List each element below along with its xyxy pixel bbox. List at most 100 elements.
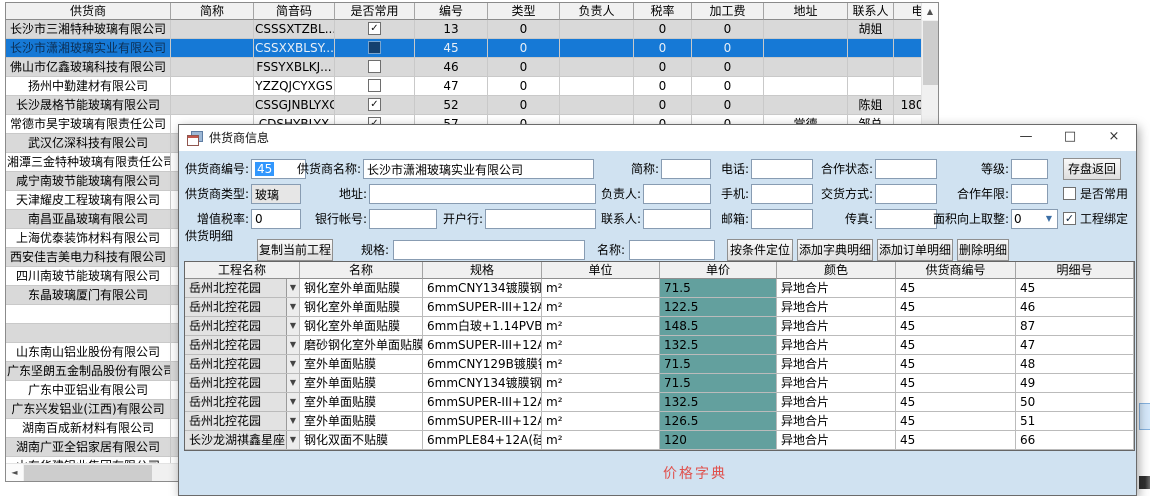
- project-combo-cell[interactable]: 岳州北控花园▼: [185, 374, 300, 393]
- project-combo-cell[interactable]: 岳州北控花园▼: [185, 393, 300, 412]
- chevron-down-icon[interactable]: ▼: [286, 317, 299, 335]
- detail-column-header[interactable]: 工程名称: [185, 262, 300, 279]
- name-filter-input[interactable]: [629, 240, 715, 260]
- supplier-row[interactable]: 扬州中勤建材有限公司YZZQJCYXGS47000: [6, 77, 923, 96]
- contact-input[interactable]: [643, 209, 711, 229]
- column-header[interactable]: 地址: [764, 3, 848, 20]
- area-round-up-select[interactable]: 0▼: [1011, 209, 1058, 229]
- column-header[interactable]: 联系人: [848, 3, 894, 20]
- detail-row[interactable]: 岳州北控花园▼钢化室外单面贴膜6mm白玻+1.14PVB+6mm...m²148…: [185, 317, 1134, 336]
- bank-account-input[interactable]: [369, 209, 437, 229]
- detail-row[interactable]: 岳州北控花园▼钢化室外单面贴膜6mmCNY134镀膜钢化m²71.5异地合片45…: [185, 279, 1134, 298]
- column-header[interactable]: 负责人: [560, 3, 634, 20]
- project-combo-cell[interactable]: 岳州北控花园▼: [185, 298, 300, 317]
- scroll-left-icon[interactable]: ◄: [6, 464, 23, 481]
- common-checkbox-cell[interactable]: [335, 58, 415, 77]
- detail-column-header[interactable]: 单位: [542, 262, 660, 279]
- phone-input[interactable]: [751, 159, 813, 179]
- common-checkbox-cell[interactable]: [335, 39, 415, 58]
- chevron-down-icon[interactable]: ▼: [286, 412, 299, 430]
- common-use-checkbox[interactable]: ✓: [368, 22, 381, 35]
- detail-row[interactable]: 岳州北控花园▼室外单面贴膜6mmSUPER-III+12A(...m²132.5…: [185, 393, 1134, 412]
- project-combo-cell[interactable]: 岳州北控花园▼: [185, 355, 300, 374]
- price-cell[interactable]: 71.5: [660, 279, 777, 298]
- locate-by-condition-button[interactable]: 按条件定位: [727, 239, 793, 261]
- detail-column-header[interactable]: 规格: [423, 262, 542, 279]
- detail-column-header[interactable]: 颜色: [777, 262, 896, 279]
- supplier-row[interactable]: 佛山市亿鑫玻璃科技有限公司FSSYXBLKJ...46000: [6, 58, 923, 77]
- coop-status-input[interactable]: [875, 159, 937, 179]
- chevron-down-icon[interactable]: ▼: [286, 431, 299, 449]
- scroll-up-icon[interactable]: ▲: [922, 3, 938, 20]
- project-combo-cell[interactable]: 岳州北控花园▼: [185, 317, 300, 336]
- column-header[interactable]: 类型: [488, 3, 560, 20]
- common-use-checkbox[interactable]: [368, 60, 381, 73]
- detail-column-header[interactable]: 供货商编号: [896, 262, 1016, 279]
- spec-filter-input[interactable]: [393, 240, 585, 260]
- chevron-down-icon[interactable]: ▼: [286, 374, 299, 392]
- manager-input[interactable]: [643, 184, 711, 204]
- price-cell[interactable]: 132.5: [660, 393, 777, 412]
- detail-row[interactable]: 岳州北控花园▼钢化室外单面贴膜6mmSUPER-III+12A(硅...m²12…: [185, 298, 1134, 317]
- common-use-checkbox[interactable]: ✓: [368, 98, 381, 111]
- supplier-row[interactable]: 长沙晟格节能玻璃有限公司CSSGJNBLYXGS✓52000陈姐180751: [6, 96, 923, 115]
- column-header[interactable]: 编号: [415, 3, 488, 20]
- delivery-method-input[interactable]: [875, 184, 937, 204]
- project-combo-cell[interactable]: 岳州北控花园▼: [185, 412, 300, 431]
- price-cell[interactable]: 148.5: [660, 317, 777, 336]
- column-header[interactable]: 税率: [634, 3, 692, 20]
- project-combo-cell[interactable]: 岳州北控花园▼: [185, 279, 300, 298]
- close-icon[interactable]: ×: [1092, 125, 1136, 151]
- project-bind-checkbox[interactable]: ✓: [1063, 212, 1076, 225]
- chevron-down-icon[interactable]: ▼: [286, 393, 299, 411]
- project-combo-cell[interactable]: 长沙龙湖祺鑫星座▼: [185, 431, 300, 450]
- abbr-input[interactable]: [661, 159, 711, 179]
- chevron-down-icon[interactable]: ▼: [286, 298, 299, 316]
- supplier-name-input[interactable]: [363, 159, 594, 179]
- price-cell[interactable]: 122.5: [660, 298, 777, 317]
- is-common-checkbox[interactable]: [1063, 187, 1076, 200]
- add-dictionary-detail-button[interactable]: 添加字典明细: [797, 239, 873, 261]
- detail-column-header[interactable]: 单价: [660, 262, 777, 279]
- vertical-scrollbar-thumb[interactable]: [923, 21, 938, 85]
- column-header[interactable]: 加工费: [692, 3, 764, 20]
- price-cell[interactable]: 71.5: [660, 374, 777, 393]
- chevron-down-icon[interactable]: ▼: [286, 279, 299, 297]
- price-cell[interactable]: 120: [660, 431, 777, 450]
- column-header[interactable]: 电话: [894, 3, 923, 20]
- vat-rate-input[interactable]: [251, 209, 301, 229]
- common-checkbox-cell[interactable]: ✓: [335, 20, 415, 39]
- column-header[interactable]: 供货商: [6, 3, 171, 20]
- add-order-detail-button[interactable]: 添加订单明细: [877, 239, 953, 261]
- column-header[interactable]: 简称: [171, 3, 254, 20]
- maximize-button[interactable]: □: [1048, 125, 1092, 151]
- price-cell[interactable]: 132.5: [660, 336, 777, 355]
- detail-row[interactable]: 岳州北控花园▼室外单面贴膜6mmCNY129B镀膜钢化m²71.5异地合片454…: [185, 355, 1134, 374]
- column-header[interactable]: 是否常用: [335, 3, 415, 20]
- mobile-input[interactable]: [751, 184, 813, 204]
- price-cell[interactable]: 126.5: [660, 412, 777, 431]
- column-header[interactable]: 简音码: [254, 3, 335, 20]
- chevron-down-icon[interactable]: ▼: [286, 355, 299, 373]
- detail-row[interactable]: 长沙龙湖祺鑫星座▼钢化双面不贴膜6mmPLE84+12A(硅酮胶...m²120…: [185, 431, 1134, 450]
- email-input[interactable]: [751, 209, 813, 229]
- save-return-button[interactable]: 存盘返回: [1063, 158, 1121, 180]
- supplier-type-input[interactable]: [251, 184, 301, 204]
- detail-row[interactable]: 岳州北控花园▼磨砂钢化室外单面贴膜6mmSUPER-III+12A(硅...m²…: [185, 336, 1134, 355]
- address-input[interactable]: [369, 184, 596, 204]
- detail-row[interactable]: 岳州北控花园▼室外单面贴膜6mmSUPER-III+12A(硅...m²126.…: [185, 412, 1134, 431]
- delete-detail-button[interactable]: 删除明细: [957, 239, 1009, 261]
- coop-years-input[interactable]: [1011, 184, 1048, 204]
- detail-row[interactable]: 岳州北控花园▼室外单面贴膜6mmCNY134镀膜钢化m²71.5异地合片4549: [185, 374, 1134, 393]
- detail-column-header[interactable]: 名称: [300, 262, 423, 279]
- chevron-down-icon[interactable]: ▼: [286, 336, 299, 354]
- copy-current-project-button[interactable]: 复制当前工程: [257, 239, 333, 261]
- common-use-checkbox[interactable]: [368, 79, 381, 92]
- price-cell[interactable]: 71.5: [660, 355, 777, 374]
- bank-name-input[interactable]: [485, 209, 596, 229]
- grade-input[interactable]: [1011, 159, 1048, 179]
- project-combo-cell[interactable]: 岳州北控花园▼: [185, 336, 300, 355]
- dialog-titlebar[interactable]: 供货商信息 — □ ×: [179, 125, 1136, 151]
- horizontal-scrollbar-thumb[interactable]: [24, 465, 152, 481]
- supplier-row[interactable]: 长沙市三湘特种玻璃有限公司CSSSXTZBL...✓13000胡姐: [6, 20, 923, 39]
